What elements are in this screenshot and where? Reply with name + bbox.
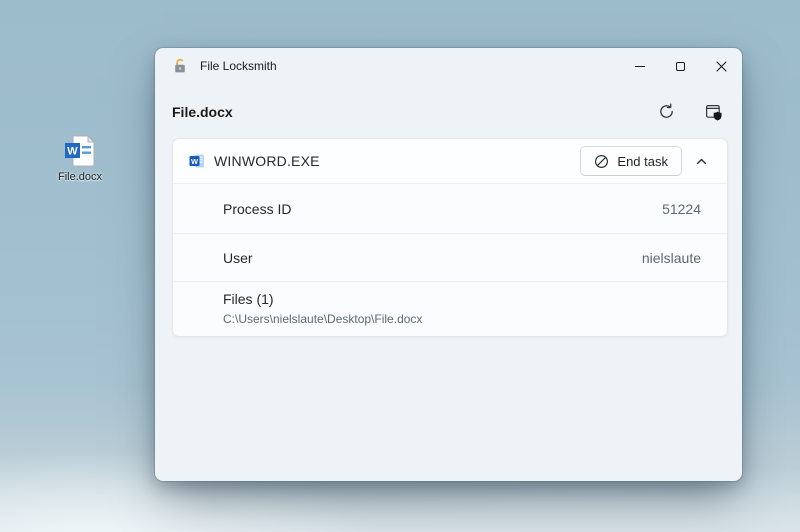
process-card: W WINWORD.EXE End task Process ID 51224 [172,138,728,337]
unlocked-padlock-icon [172,58,188,74]
svg-text:W: W [67,146,78,158]
file-path: C:\Users\nielslaute\Desktop\File.docx [223,312,701,326]
minimize-button[interactable] [619,48,660,84]
end-task-label: End task [617,154,668,169]
user-row: User nielslaute [173,233,727,281]
window-title: File Locksmith [200,59,619,73]
refresh-icon [658,103,675,120]
minimize-icon [635,66,645,67]
close-icon [716,61,727,72]
chevron-up-icon [695,155,708,168]
restart-elevated-button[interactable] [699,98,729,126]
file-locksmith-window: File Locksmith File.docx [155,48,742,481]
file-header-row: File.docx [155,84,742,126]
close-button[interactable] [701,48,742,84]
desktop-file-label: File.docx [58,171,102,183]
refresh-button[interactable] [651,98,681,126]
process-id-label: Process ID [223,201,662,217]
restart-elevated-shield-icon [705,103,723,121]
desktop-file-icon[interactable]: W File.docx [44,134,116,183]
word-document-icon: W [63,134,97,168]
files-count-label: Files (1) [223,291,701,307]
process-card-header[interactable]: W WINWORD.EXE End task [173,139,727,183]
word-logo-icon: W [189,153,205,169]
maximize-button[interactable] [660,48,701,84]
end-task-button[interactable]: End task [580,146,682,176]
process-id-value: 51224 [662,201,701,217]
prohibited-icon [594,154,609,169]
process-id-row: Process ID 51224 [173,183,727,233]
files-row: Files (1) C:\Users\nielslaute\Desktop\Fi… [173,281,727,336]
svg-text:W: W [191,157,199,166]
user-value: nielslaute [642,250,701,266]
maximize-icon [676,62,685,71]
process-name: WINWORD.EXE [214,153,580,169]
collapse-button[interactable] [686,146,716,176]
desktop: { "desktop": { "file_icon_label": "File.… [0,0,800,532]
titlebar[interactable]: File Locksmith [155,48,742,84]
user-label: User [223,250,642,266]
inspected-file-name: File.docx [172,104,651,120]
